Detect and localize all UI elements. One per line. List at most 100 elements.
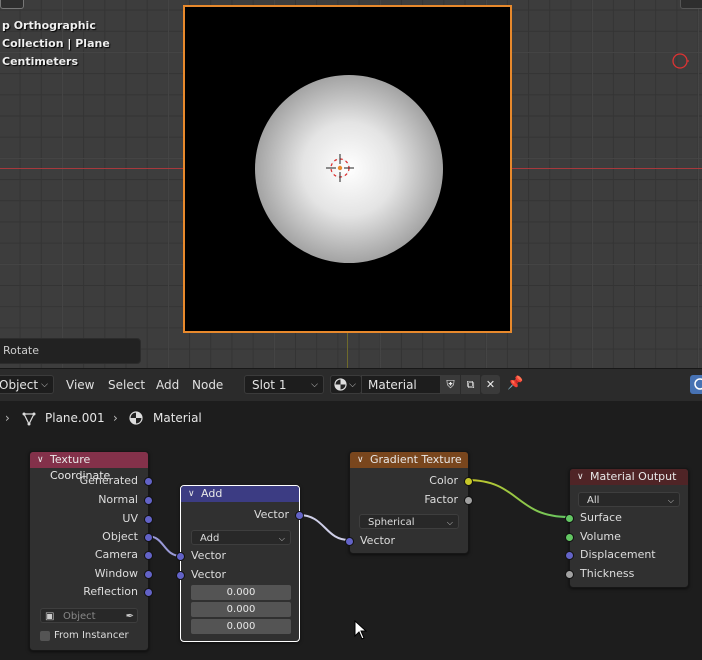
output-reflection: Reflection <box>83 585 138 598</box>
fake-user-shield-icon[interactable]: ⛨ <box>441 375 460 394</box>
duplicate-material-icon[interactable]: ⧉ <box>461 375 480 394</box>
menu-select[interactable]: Select <box>108 376 145 394</box>
menu-view[interactable]: View <box>66 376 94 394</box>
material-sphere-icon <box>129 411 143 425</box>
node-header[interactable]: ∨ Texture Coordinate <box>30 452 148 482</box>
units-label: Centimeters <box>2 55 79 68</box>
socket-input-thickness[interactable] <box>565 570 574 579</box>
node-header[interactable]: ∨ Gradient Texture <box>350 452 468 468</box>
pin-icon[interactable]: 📌 <box>507 376 525 394</box>
socket-output-factor[interactable] <box>464 496 473 505</box>
y-axis-line <box>347 330 348 368</box>
vector-z-field[interactable]: 0.000 <box>191 619 291 634</box>
socket-output-vector[interactable] <box>295 511 304 520</box>
socket-input-vector-b[interactable] <box>176 571 185 580</box>
output-factor: Factor <box>424 493 458 506</box>
menu-node[interactable]: Node <box>192 376 223 394</box>
node-header[interactable]: ∨ Material Output <box>570 469 688 485</box>
input-volume: Volume <box>580 530 621 543</box>
chevron-down-icon: ⌵ <box>311 380 318 390</box>
output-color: Color <box>429 474 458 487</box>
breadcrumb-material: Material <box>153 411 202 425</box>
socket-input-surface[interactable] <box>565 514 574 523</box>
link-vector-to-gradient <box>298 514 350 541</box>
operator-panel-label: Rotate <box>3 344 40 357</box>
collapse-chevron-icon[interactable]: ∨ <box>577 469 584 485</box>
socket-generated[interactable] <box>144 477 153 486</box>
viewport-gizmo-button[interactable] <box>680 0 702 9</box>
last-operator-panel[interactable]: Rotate <box>0 338 141 364</box>
input-displacement: Displacement <box>580 548 656 561</box>
input-vector-b: Vector <box>191 568 227 581</box>
render-target-label: All <box>587 495 600 506</box>
socket-input-vector-a[interactable] <box>176 552 185 561</box>
socket-uv[interactable] <box>144 515 153 524</box>
from-instancer-checkbox[interactable] <box>40 631 50 641</box>
material-name-field[interactable]: Material <box>361 375 441 394</box>
breadcrumb: › Plane.001 › Material <box>0 408 400 430</box>
material-slot-dropdown[interactable]: Slot 1 ⌵ <box>244 375 324 394</box>
breadcrumb-object: Plane.001 <box>45 411 105 425</box>
socket-object[interactable] <box>144 533 153 542</box>
texture-coordinate-node[interactable]: ∨ Texture Coordinate Generated Normal UV… <box>29 451 153 651</box>
light-object-icon[interactable] <box>671 52 689 70</box>
gradient-texture-node[interactable]: ∨ Gradient Texture Color Factor Spherica… <box>345 451 473 554</box>
overlay-toggle-button[interactable] <box>690 375 702 394</box>
from-instancer-label: From Instancer <box>54 630 129 641</box>
collapse-chevron-icon[interactable]: ∨ <box>188 486 195 502</box>
operation-dropdown[interactable]: Add ⌵ <box>191 530 291 545</box>
material-name-text: Material <box>368 378 417 392</box>
output-camera: Camera <box>94 548 138 561</box>
gradient-type-dropdown[interactable]: Spherical ⌵ <box>359 514 459 529</box>
material-sphere-icon <box>334 378 347 391</box>
mesh-icon <box>22 412 36 426</box>
collapse-chevron-icon[interactable]: ∨ <box>357 452 364 468</box>
browse-material-button[interactable]: ⌵ <box>330 375 362 394</box>
vector-math-add-node[interactable]: ∨ Add Vector Add ⌵ Vector Vector 0.000 0… <box>176 485 304 642</box>
menu-add[interactable]: Add <box>156 376 179 394</box>
output-vector: Vector <box>253 508 289 521</box>
3d-cursor-icon[interactable] <box>326 154 354 182</box>
input-thickness: Thickness <box>580 567 635 580</box>
breadcrumb-chevron-icon: › <box>113 411 118 425</box>
socket-window[interactable] <box>144 570 153 579</box>
vector-x-field[interactable]: 0.000 <box>191 585 291 600</box>
vector-y-field[interactable]: 0.000 <box>191 602 291 617</box>
socket-input-volume[interactable] <box>565 533 574 542</box>
object-picker-placeholder: Object <box>63 611 96 622</box>
node-title: Material Output <box>590 470 677 483</box>
collection-label: Collection | Plane <box>2 37 110 50</box>
unlink-material-close-icon[interactable]: ✕ <box>481 375 500 394</box>
chevron-down-icon: ⌵ <box>41 380 48 390</box>
output-window: Window <box>94 567 138 580</box>
object-type-dropdown[interactable]: Object ⌵ <box>0 375 54 394</box>
input-vector-a: Vector <box>191 549 227 562</box>
3d-viewport[interactable]: p Orthographic Collection | Plane Centim… <box>0 0 702 368</box>
slot-label: Slot 1 <box>252 378 287 392</box>
node-title: Gradient Texture <box>370 453 462 466</box>
link-color-to-surface <box>466 479 570 518</box>
object-picker-field[interactable]: ▣ Object ✒ <box>40 608 138 623</box>
operation-label: Add <box>200 533 220 544</box>
viewport-corner-button[interactable] <box>0 0 24 9</box>
material-output-node[interactable]: ∨ Material Output All ⌵ Surface Volume D… <box>565 468 689 588</box>
input-vector: Vector <box>360 534 396 547</box>
overlay-icon <box>694 378 702 390</box>
mouse-pointer-icon <box>354 620 368 640</box>
eyedropper-icon[interactable]: ✒ <box>126 609 134 624</box>
render-target-dropdown[interactable]: All ⌵ <box>578 492 680 507</box>
socket-input-displacement[interactable] <box>565 551 574 560</box>
node-title: Add <box>201 487 223 500</box>
output-uv: UV <box>122 512 138 525</box>
socket-input-vector[interactable] <box>345 537 354 546</box>
socket-output-color[interactable] <box>464 477 473 486</box>
node-header[interactable]: ∨ Add <box>181 486 299 502</box>
output-normal: Normal <box>98 493 138 506</box>
object-cube-icon: ▣ <box>45 611 55 622</box>
socket-camera[interactable] <box>144 551 153 560</box>
socket-reflection[interactable] <box>144 588 153 597</box>
socket-normal[interactable] <box>144 496 153 505</box>
collapse-chevron-icon[interactable]: ∨ <box>37 452 44 468</box>
output-generated: Generated <box>79 474 138 487</box>
view-name-label: p Orthographic <box>2 19 96 32</box>
